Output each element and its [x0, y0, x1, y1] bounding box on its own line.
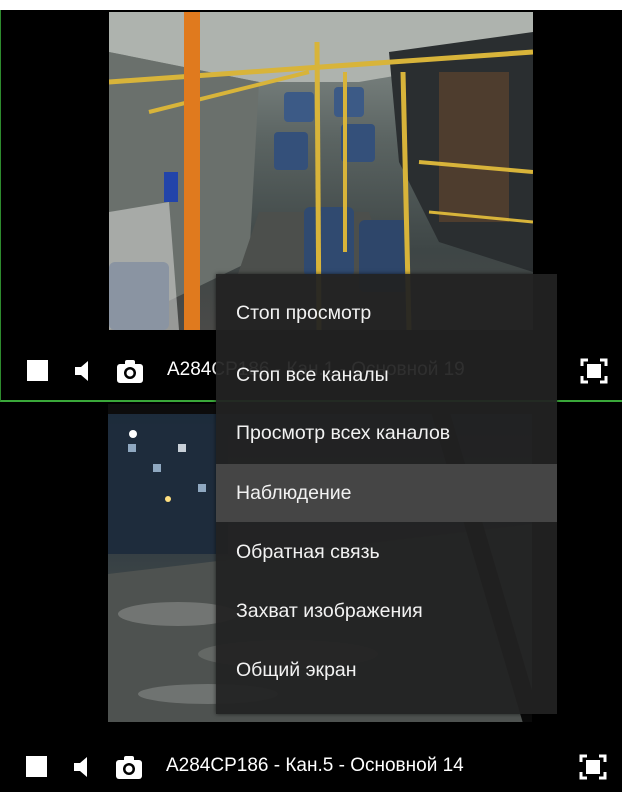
menu-item-shared-screen[interactable]: Общий экран: [216, 641, 557, 699]
stop-square-icon[interactable]: [26, 756, 47, 777]
menu-item-stop-all-channels[interactable]: Стоп все каналы: [216, 346, 557, 404]
fullscreen-icon[interactable]: [578, 753, 608, 781]
menu-item-stop-view[interactable]: Стоп просмотр: [216, 284, 557, 342]
context-menu: Стоп просмотр Стоп все каналы Просмотр в…: [216, 274, 557, 714]
fullscreen-icon[interactable]: [579, 357, 609, 385]
control-bar-channel-5: A284CP186 - Кан.5 - Основной 14: [0, 744, 622, 788]
camera-icon[interactable]: [115, 357, 145, 385]
menu-item-feedback[interactable]: Обратная связь: [216, 523, 557, 581]
channel-label: A284CP186 - Кан.5 - Основной 14: [166, 755, 464, 776]
menu-item-capture-image[interactable]: Захват изображения: [216, 582, 557, 640]
menu-item-observation[interactable]: Наблюдение: [216, 464, 557, 522]
stop-square-icon[interactable]: [27, 360, 48, 381]
speaker-icon[interactable]: [70, 754, 96, 780]
multi-channel-video-viewer: A284CP186 - Кан.1 - Основной 19: [0, 0, 622, 792]
menu-item-view-all-channels[interactable]: Просмотр всех каналов: [216, 404, 557, 462]
camera-icon[interactable]: [114, 753, 144, 781]
speaker-icon[interactable]: [71, 358, 97, 384]
